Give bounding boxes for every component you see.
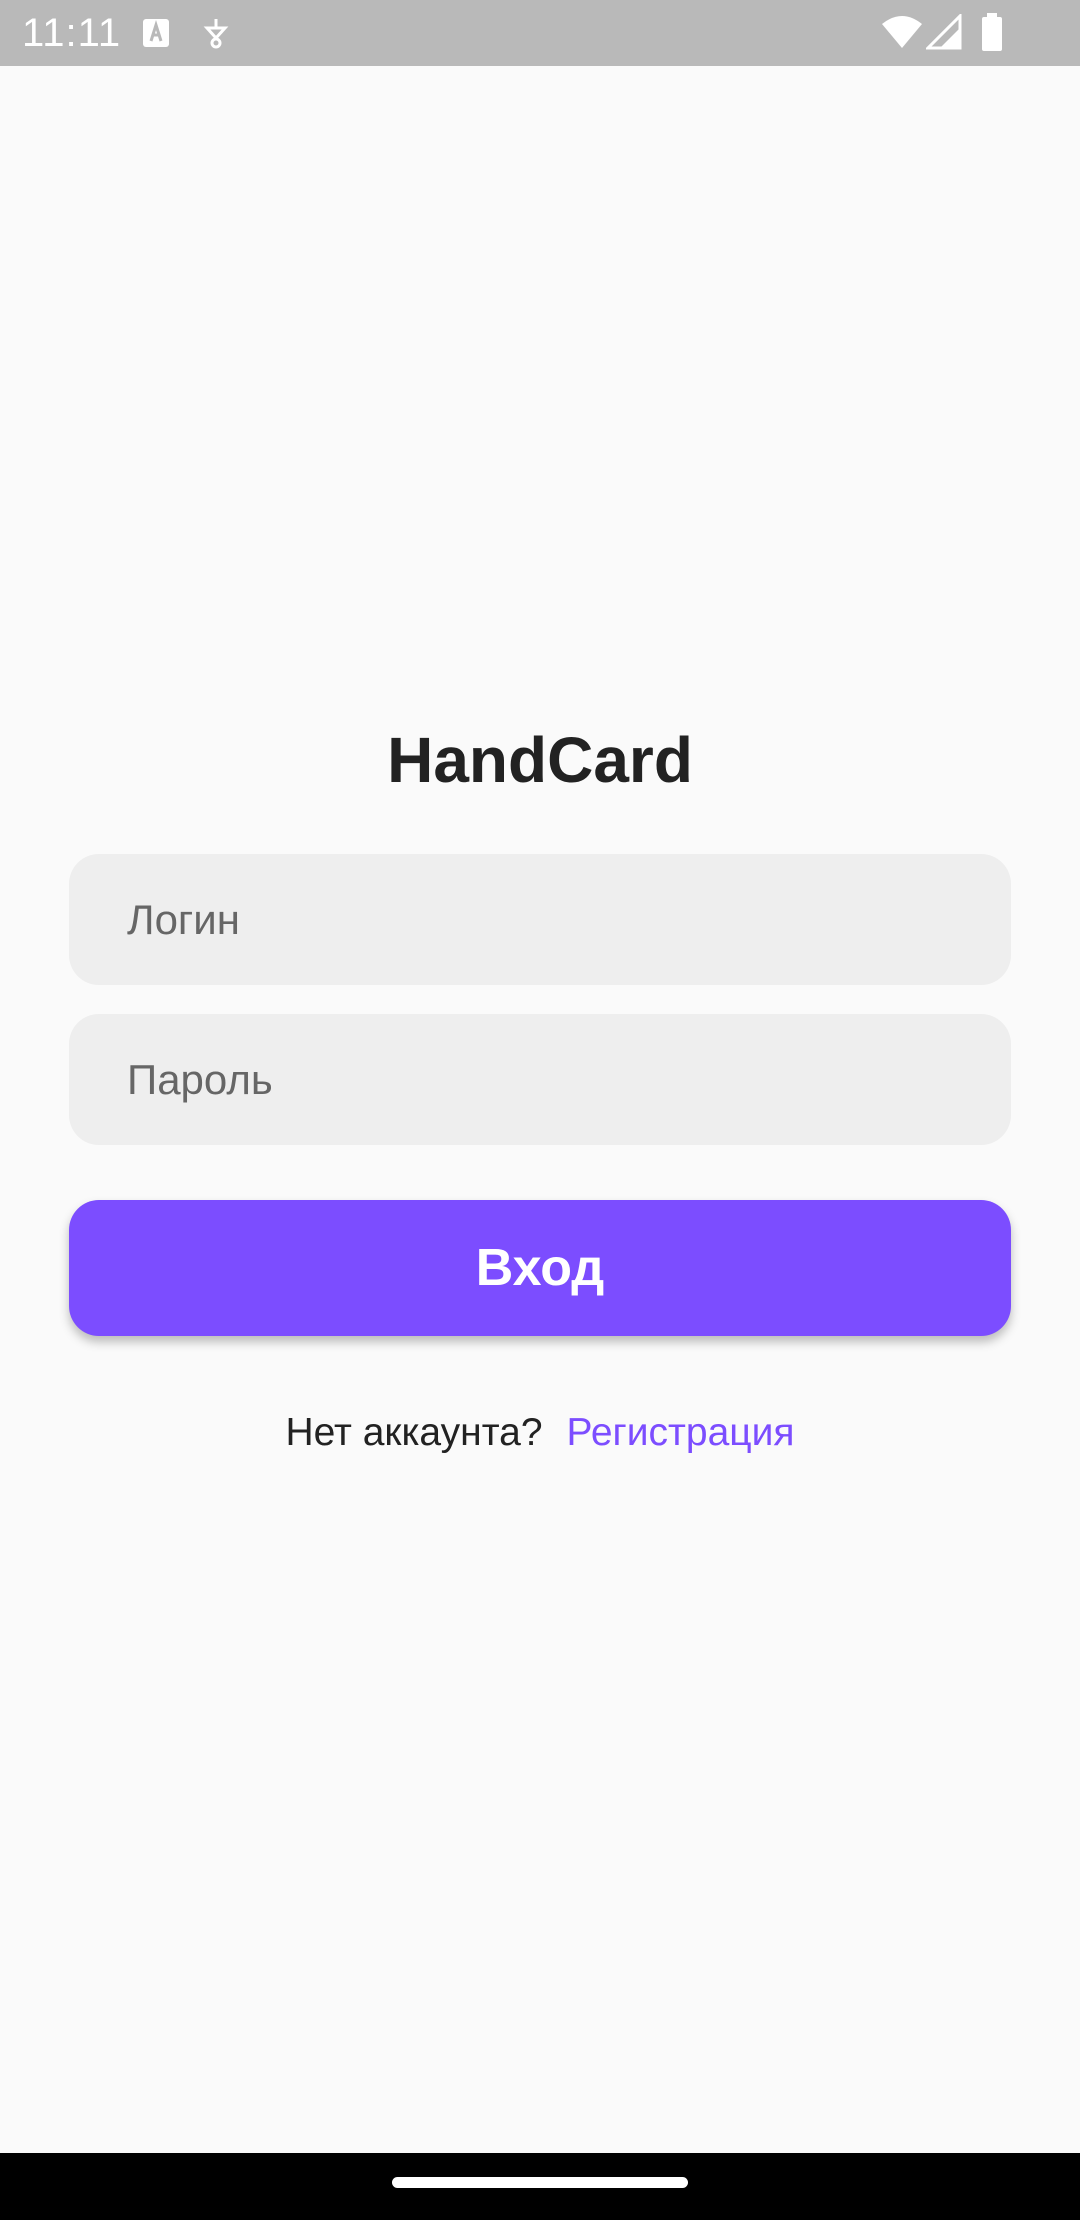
status-bar: 11:11: [0, 0, 1080, 66]
navigation-bar: [0, 2153, 1080, 2220]
login-input[interactable]: [125, 894, 1011, 945]
register-row: Нет аккаунта? Регистрация: [0, 1405, 1080, 1461]
location-notification-icon: [203, 19, 229, 49]
wifi-icon: [882, 16, 922, 48]
no-account-text: Нет аккаунта?: [285, 1411, 543, 1454]
signal-icon: [926, 14, 962, 50]
home-handle[interactable]: [392, 2177, 688, 2188]
login-button[interactable]: Вход: [69, 1200, 1011, 1336]
login-field[interactable]: [69, 854, 1011, 985]
text-a-notification-icon: [143, 19, 169, 47]
password-input[interactable]: [125, 1054, 1011, 1105]
app-title: HandCard: [387, 724, 693, 796]
status-time: 11:11: [22, 11, 122, 55]
battery-icon: [982, 13, 1002, 51]
register-link[interactable]: Регистрация: [567, 1411, 795, 1454]
password-field[interactable]: [69, 1014, 1011, 1145]
